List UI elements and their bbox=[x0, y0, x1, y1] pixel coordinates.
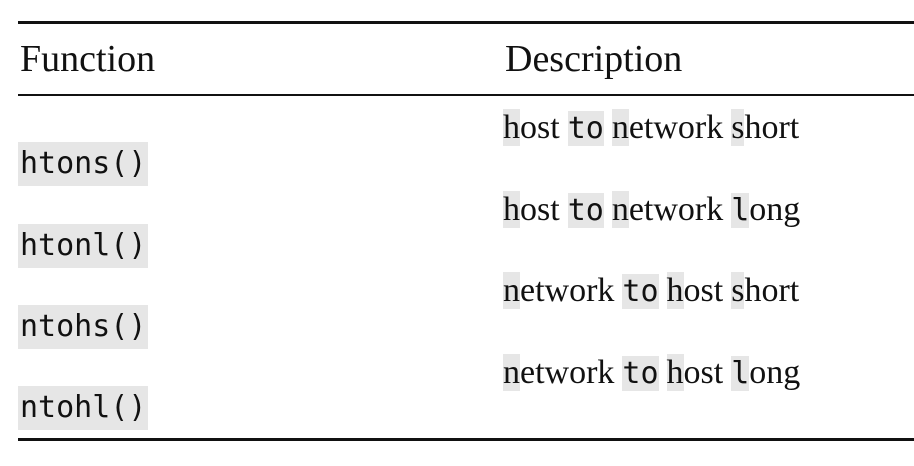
table-row-4-description: network to host long bbox=[503, 354, 801, 391]
table-row-2-function: htonl() bbox=[18, 224, 149, 268]
table-row-1-function: htons() bbox=[18, 142, 149, 186]
table-row-1-description: host to network short bbox=[503, 109, 800, 146]
table-top-rule bbox=[18, 21, 914, 24]
header-divider-rule bbox=[18, 94, 914, 96]
table-row-2-description: host to network long bbox=[503, 191, 801, 228]
table-row-3-description: network to host short bbox=[503, 272, 800, 309]
column-header-description: Description bbox=[505, 38, 683, 80]
byte-order-functions-table: Function Description host to network short … bbox=[18, 0, 914, 466]
table-bottom-rule bbox=[18, 438, 914, 441]
table-row-4-function: ntohl() bbox=[18, 386, 149, 430]
column-header-function: Function bbox=[20, 38, 156, 80]
table-row-3-function: ntohs() bbox=[18, 305, 149, 349]
